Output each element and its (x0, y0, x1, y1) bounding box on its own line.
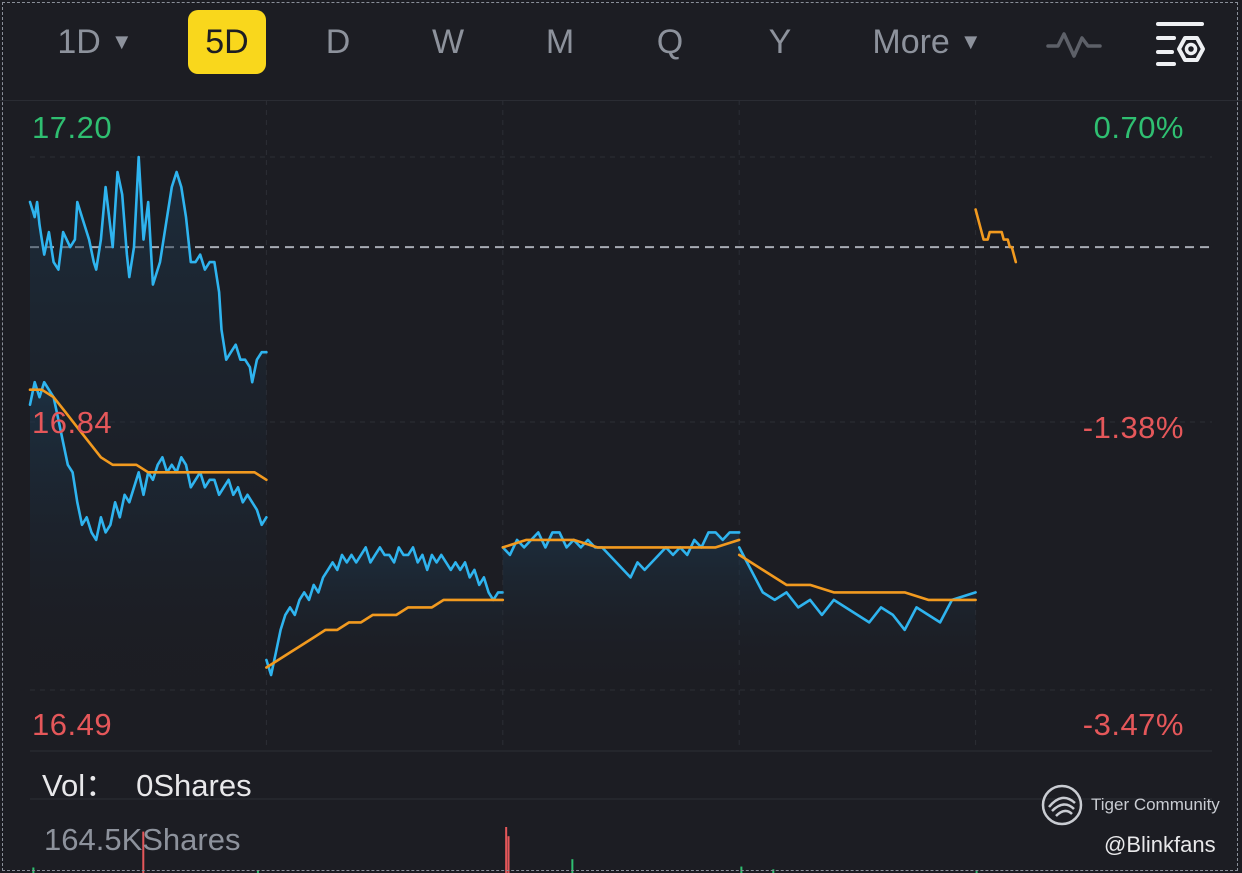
y-tick-pct-low: -3.47% (1082, 707, 1184, 742)
average-line-day-5 (974, 208, 1018, 264)
volume-bar-0 (32, 867, 35, 873)
price-chart[interactable] (0, 0, 1242, 873)
volume-bar-6 (740, 866, 743, 873)
y-tick-price-mid: 16.84 (32, 405, 113, 440)
volume-bar-4 (507, 836, 510, 873)
price-area-day-4 (739, 547, 976, 690)
average-line-day-4 (737, 553, 977, 602)
volume-value: 0Shares (136, 768, 252, 803)
y-tick-price-high: 17.20 (32, 110, 113, 145)
watermark-brand: Tiger Community (1091, 795, 1220, 814)
volume-max-label: 164.5KShares (44, 822, 241, 857)
volume-readout: Vol： 0Shares (42, 760, 252, 805)
y-tick-pct-high: 0.70% (1093, 110, 1184, 145)
volume-bar-5 (571, 859, 574, 873)
y-tick-pct-mid: -1.38% (1082, 410, 1184, 445)
y-tick-price-low: 16.49 (32, 707, 113, 742)
volume-bar-3 (505, 827, 508, 873)
volume-label: Vol： (42, 768, 117, 803)
tiger-community-logo-icon (1040, 783, 1084, 827)
watermark-handle: @Blinkfans (1104, 832, 1216, 857)
volume-bar-7 (772, 869, 775, 873)
price-area-day-3 (502, 532, 740, 690)
